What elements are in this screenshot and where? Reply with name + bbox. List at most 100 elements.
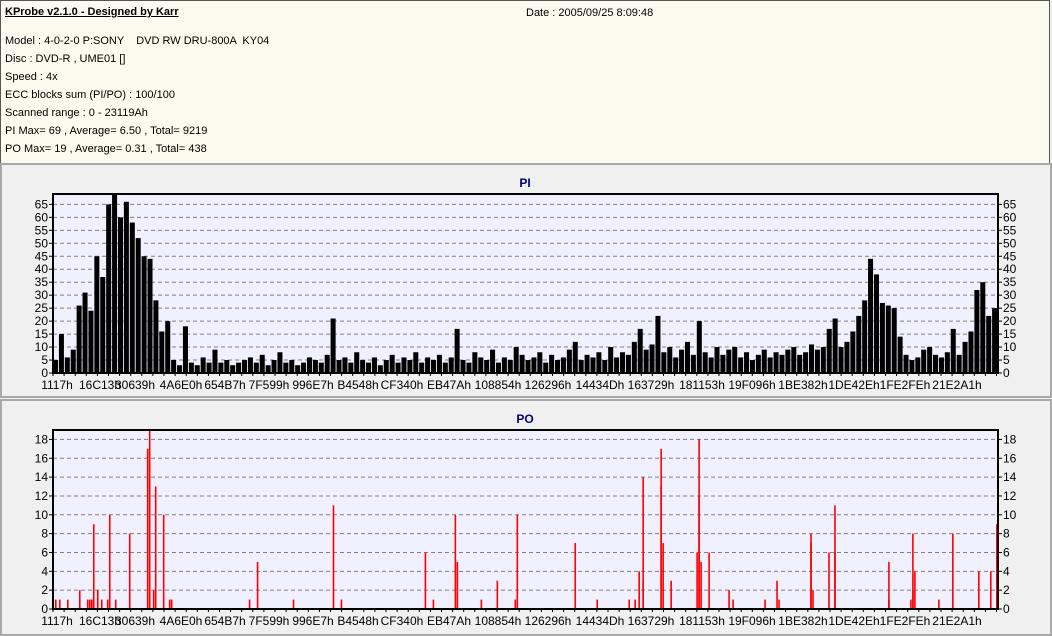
pi-bar bbox=[637, 328, 643, 373]
pi-bar bbox=[755, 354, 761, 373]
po-bar bbox=[834, 552, 836, 609]
pi-bar bbox=[484, 360, 490, 373]
pi-bar bbox=[791, 347, 797, 373]
po-bar bbox=[732, 599, 734, 609]
po-bar bbox=[78, 590, 81, 609]
x-tick-label: EB47Ah bbox=[427, 378, 471, 392]
pi-bar bbox=[862, 300, 868, 373]
pi-bar bbox=[395, 362, 401, 373]
x-tick-label: 1BE382h bbox=[778, 378, 827, 392]
x-tick-label: B4548h bbox=[337, 614, 378, 628]
x-tick-label: 163729h bbox=[628, 614, 675, 628]
y-tick-label-right: 14 bbox=[1003, 470, 1017, 484]
y-tick-label: 14 bbox=[35, 470, 49, 484]
po-bar bbox=[292, 599, 295, 609]
pi-bar bbox=[555, 360, 561, 373]
pi-bar bbox=[566, 349, 572, 373]
po-bar bbox=[978, 571, 980, 609]
pi-bar bbox=[431, 360, 437, 373]
po-bar bbox=[660, 486, 662, 609]
po-bar bbox=[912, 533, 914, 609]
x-tick-label: 1117h bbox=[41, 614, 73, 628]
pi-bar bbox=[803, 352, 809, 373]
pi-bar bbox=[265, 365, 271, 373]
pi-bar bbox=[513, 347, 519, 373]
po-bar bbox=[638, 571, 640, 609]
x-tick-label: 4A6E0h bbox=[160, 614, 203, 628]
pi-bar bbox=[70, 349, 76, 373]
pi-bar bbox=[383, 360, 389, 373]
po-bar bbox=[154, 486, 157, 609]
pi-bar bbox=[690, 354, 696, 373]
pi-bar bbox=[974, 289, 980, 373]
po-bar bbox=[698, 495, 700, 609]
pi-bar bbox=[844, 341, 850, 373]
po-bar bbox=[96, 590, 99, 609]
y-tick-label-right: 16 bbox=[1003, 451, 1017, 465]
y-tick-label: 20 bbox=[35, 314, 49, 328]
po-bar bbox=[100, 599, 103, 609]
pi-bar bbox=[897, 336, 903, 373]
pi-bar bbox=[596, 352, 602, 373]
y-tick-label: 16 bbox=[35, 451, 49, 465]
pi-bar bbox=[714, 347, 720, 373]
y-tick-label: 30 bbox=[35, 288, 49, 302]
po-bar bbox=[888, 599, 890, 609]
pi-bar bbox=[720, 354, 726, 373]
pi-bar bbox=[188, 362, 194, 373]
pi-bar bbox=[194, 365, 200, 373]
pi-bar bbox=[106, 204, 112, 373]
po-bar bbox=[114, 599, 117, 609]
pi-bar bbox=[330, 318, 336, 373]
po-bar bbox=[88, 599, 91, 609]
pi-bar bbox=[560, 357, 566, 373]
pi-bar bbox=[495, 362, 501, 373]
y-tick-label-right: 6 bbox=[1003, 545, 1010, 559]
x-tick-label: 654B7h bbox=[204, 378, 245, 392]
pi-bar bbox=[165, 321, 171, 373]
pi-bar bbox=[271, 360, 277, 373]
pi-bar bbox=[590, 357, 596, 373]
x-tick-label: EB47Ah bbox=[427, 614, 471, 628]
po-bar bbox=[92, 524, 95, 609]
pi-bar bbox=[141, 256, 147, 373]
disc-line: Disc : DVD-R , UME01 [] bbox=[5, 53, 126, 65]
pi-bar bbox=[259, 354, 265, 373]
pi-bar bbox=[436, 354, 442, 373]
po-bar bbox=[910, 599, 912, 609]
po-bar bbox=[642, 580, 644, 609]
po-bar bbox=[90, 599, 93, 609]
y-tick-label-right: 5 bbox=[1003, 353, 1010, 367]
pi-bar bbox=[525, 360, 531, 373]
pi-bar bbox=[171, 360, 177, 373]
pi-bar bbox=[419, 362, 425, 373]
y-tick-label: 40 bbox=[35, 262, 49, 276]
pi-bar bbox=[879, 302, 885, 373]
po-bar bbox=[168, 599, 171, 609]
x-tick-label: 21E2A1h bbox=[932, 614, 981, 628]
pi-bar bbox=[537, 352, 543, 373]
pi-bar bbox=[466, 362, 472, 373]
pi-bar bbox=[868, 258, 874, 373]
pi-bar bbox=[696, 321, 702, 373]
range-line: Scanned range : 0 - 23119Ah bbox=[5, 107, 148, 119]
pi-bar bbox=[667, 347, 673, 373]
pi-bar bbox=[761, 349, 767, 373]
po-bar bbox=[514, 599, 517, 609]
x-tick-label: 181153h bbox=[679, 614, 725, 628]
y-tick-label-right: 20 bbox=[1003, 314, 1017, 328]
pi-bar bbox=[933, 354, 939, 373]
pi-bar bbox=[649, 344, 655, 373]
pi-bar bbox=[490, 349, 496, 373]
y-tick-label: 15 bbox=[35, 327, 49, 341]
pi-bar bbox=[182, 326, 188, 373]
x-tick-label: 1DE42Eh bbox=[828, 378, 879, 392]
pi-bar bbox=[82, 292, 88, 373]
y-tick-label: 4 bbox=[41, 564, 48, 578]
y-tick-label: 45 bbox=[35, 249, 49, 263]
x-tick-label: 4A6E0h bbox=[160, 378, 203, 392]
pi-bar bbox=[448, 357, 454, 373]
pi-bar bbox=[58, 334, 64, 373]
po-bar bbox=[516, 514, 519, 609]
pi-bar bbox=[123, 201, 129, 373]
